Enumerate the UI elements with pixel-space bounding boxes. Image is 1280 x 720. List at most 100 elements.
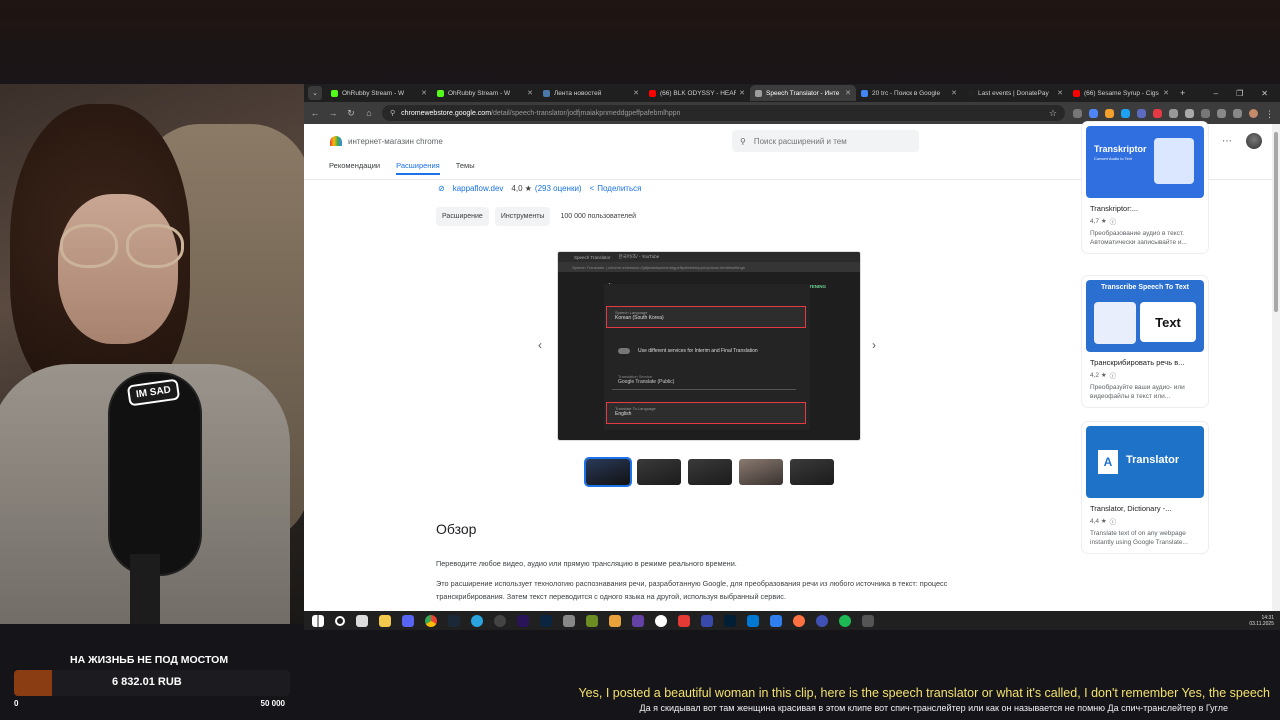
extension-icon[interactable] bbox=[1153, 108, 1162, 118]
related-extension-card[interactable]: Transkriptor Convert Audio to Text Trans… bbox=[1082, 122, 1208, 253]
thumbnail[interactable] bbox=[739, 459, 783, 485]
close-tab-icon[interactable]: ✕ bbox=[633, 89, 639, 97]
app-icon[interactable] bbox=[862, 614, 874, 627]
yandex-icon[interactable] bbox=[655, 614, 667, 627]
site-info-icon[interactable]: ⚲ bbox=[390, 109, 395, 117]
premiere-icon[interactable] bbox=[517, 614, 529, 627]
download-icon[interactable] bbox=[1233, 108, 1242, 118]
task-view-icon[interactable] bbox=[356, 614, 368, 627]
chrome-icon[interactable] bbox=[425, 614, 437, 627]
app-icon[interactable] bbox=[793, 614, 805, 627]
rating: 4,0 ★ bbox=[511, 184, 532, 193]
app-icon[interactable] bbox=[816, 614, 828, 627]
sidebar-icon[interactable] bbox=[1217, 108, 1226, 118]
thumbnail[interactable] bbox=[790, 459, 834, 485]
close-tab-icon[interactable]: ✕ bbox=[1057, 89, 1063, 97]
page-scrollbar[interactable] bbox=[1272, 124, 1280, 611]
twitch-icon[interactable] bbox=[632, 614, 644, 627]
tab-search-button[interactable]: ⌄ bbox=[308, 86, 322, 100]
discord-icon[interactable] bbox=[402, 614, 414, 627]
forward-icon[interactable]: → bbox=[328, 108, 338, 118]
account-avatar[interactable] bbox=[1246, 133, 1262, 149]
new-tab-button[interactable]: + bbox=[1180, 88, 1185, 98]
scrollbar-thumb[interactable] bbox=[1274, 132, 1278, 312]
browser-tab[interactable]: Last events | DonatePay ✕ bbox=[962, 85, 1068, 101]
close-tab-icon[interactable]: ✕ bbox=[739, 89, 745, 97]
nav-recommendations[interactable]: Рекомендации bbox=[329, 161, 380, 170]
photoshop-icon[interactable] bbox=[724, 614, 736, 627]
close-tab-icon[interactable]: ✕ bbox=[527, 89, 533, 97]
extension-icon[interactable] bbox=[1089, 108, 1098, 118]
nav-themes[interactable]: Темы bbox=[456, 161, 475, 170]
windows-start-icon[interactable] bbox=[312, 614, 324, 627]
lightroom-icon[interactable] bbox=[540, 614, 552, 627]
steam-icon[interactable] bbox=[448, 614, 460, 627]
maximize-icon[interactable]: ❐ bbox=[1236, 89, 1243, 98]
thumbnail[interactable] bbox=[586, 459, 630, 485]
browser-tab[interactable]: 20 trc - Поиск в Google ✕ bbox=[856, 85, 962, 101]
reload-icon[interactable]: ↻ bbox=[346, 108, 356, 119]
share-button[interactable]: Поделиться bbox=[597, 184, 641, 193]
yandex-browser-icon[interactable] bbox=[678, 614, 690, 627]
app-icon[interactable] bbox=[747, 614, 759, 627]
apps-grid-icon[interactable]: ⋯ bbox=[1222, 136, 1232, 147]
app-icon[interactable] bbox=[563, 614, 575, 627]
search-input[interactable] bbox=[753, 136, 904, 146]
browser-tab[interactable]: (66) BLK ODYSSY - HEAR ✕ bbox=[644, 85, 750, 101]
browser-tab[interactable]: OhRubby Stream - W ✕ bbox=[326, 85, 432, 101]
close-tab-icon[interactable]: ✕ bbox=[845, 89, 851, 97]
spotify-icon[interactable] bbox=[839, 614, 851, 627]
thumbnail[interactable] bbox=[637, 459, 681, 485]
close-icon[interactable]: ✕ bbox=[1261, 89, 1268, 98]
favicon-icon bbox=[755, 89, 762, 97]
related-extension-card[interactable]: Transcribe Speech To Text Text Транскриб… bbox=[1082, 276, 1208, 407]
related-extension-card[interactable]: A Translator Translator, Dictionary -...… bbox=[1082, 422, 1208, 553]
browser-tab[interactable]: OhRubby Stream - W ✕ bbox=[432, 85, 538, 101]
extension-icon[interactable] bbox=[1121, 108, 1130, 118]
carousel-next-icon[interactable]: › bbox=[872, 338, 876, 352]
thumbnail[interactable] bbox=[688, 459, 732, 485]
url-field[interactable]: ⚲ chromewebstore.google.com/detail/speec… bbox=[382, 105, 1065, 121]
tab-title: OhRubby Stream - W bbox=[342, 89, 405, 97]
extension-icon[interactable] bbox=[1169, 108, 1178, 118]
profile-avatar[interactable] bbox=[1249, 108, 1258, 118]
share-icon[interactable]: < bbox=[590, 184, 595, 193]
telegram-icon[interactable] bbox=[471, 614, 483, 627]
extension-icon[interactable] bbox=[1105, 108, 1114, 118]
search-icon[interactable] bbox=[335, 615, 345, 626]
extension-screenshot[interactable]: Speech Translator 한국어/조/ - YouTube Speech… bbox=[558, 252, 860, 440]
bookmark-star-icon[interactable]: ☆ bbox=[1049, 108, 1057, 119]
browser-tab[interactable]: (66) Sesame Syrup - Cigs ✕ bbox=[1068, 85, 1174, 101]
close-tab-icon[interactable]: ✕ bbox=[1163, 89, 1169, 97]
nav-extensions[interactable]: Расширения bbox=[396, 161, 440, 175]
browser-tab[interactable]: Лента новостей ✕ bbox=[538, 85, 644, 101]
back-icon[interactable]: ← bbox=[310, 108, 320, 118]
chip-tools[interactable]: Инструменты bbox=[494, 207, 551, 226]
reviews-link[interactable]: (293 оценки) bbox=[535, 184, 582, 193]
store-search[interactable]: ⚲ bbox=[732, 130, 919, 152]
carousel-prev-icon[interactable]: ‹ bbox=[538, 338, 542, 352]
puzzle-icon[interactable] bbox=[1185, 108, 1194, 118]
translate-extension-icon[interactable] bbox=[1137, 108, 1146, 118]
stats-icon[interactable] bbox=[770, 614, 782, 627]
extension-icon[interactable] bbox=[1201, 108, 1210, 118]
chip-extension[interactable]: Расширение bbox=[436, 207, 489, 226]
browser-tab[interactable]: Speech Translator - Инте ✕ bbox=[750, 85, 856, 101]
app-icon[interactable] bbox=[609, 614, 621, 627]
developer-link[interactable]: kappaflow.dev bbox=[453, 184, 504, 193]
obs-icon[interactable] bbox=[494, 614, 506, 627]
extension-icon[interactable] bbox=[1073, 108, 1082, 118]
minimize-icon[interactable]: – bbox=[1214, 89, 1218, 98]
shot-tabbar: Speech Translator 한국어/조/ - YouTube bbox=[558, 252, 860, 262]
app-icon[interactable] bbox=[701, 614, 713, 627]
close-tab-icon[interactable]: ✕ bbox=[951, 89, 957, 97]
file-explorer-icon[interactable] bbox=[379, 614, 391, 627]
menu-icon[interactable]: ⋮ bbox=[1265, 109, 1274, 119]
app-icon[interactable] bbox=[586, 614, 598, 627]
system-clock[interactable]: 14:31 03.11.2025 bbox=[1249, 615, 1274, 627]
overview-paragraph: Переводите любое видео, аудио или прямую… bbox=[436, 559, 737, 568]
home-icon[interactable]: ⌂ bbox=[364, 108, 374, 118]
tab-title: Лента новостей bbox=[554, 89, 602, 97]
store-logo[interactable]: интернет-магазин chrome bbox=[330, 136, 443, 146]
close-tab-icon[interactable]: ✕ bbox=[421, 89, 427, 97]
